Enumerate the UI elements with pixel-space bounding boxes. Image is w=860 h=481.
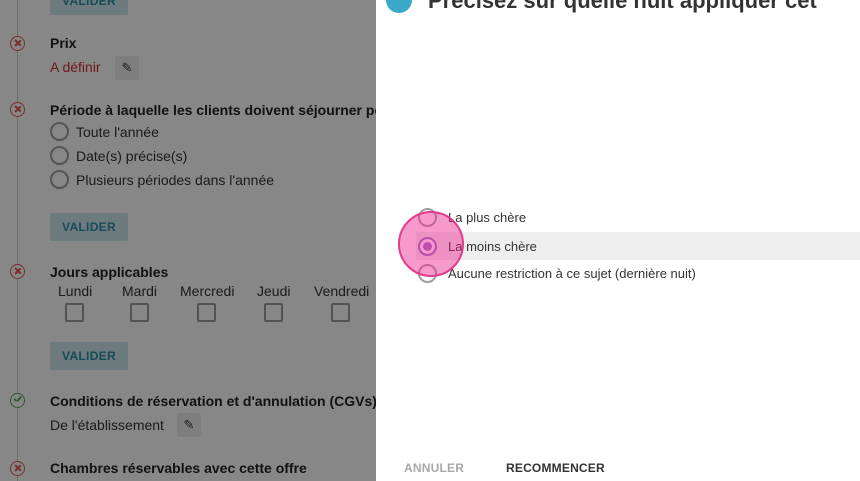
dialog-title: Précisez sur quelle nuit appliquer cet	[428, 0, 817, 13]
option-label: Aucune restriction à ce sujet (dernière …	[448, 265, 696, 281]
modal-backdrop[interactable]	[0, 0, 376, 481]
restart-button[interactable]: RECOMMENCER	[506, 461, 605, 475]
click-indicator	[398, 211, 464, 277]
option-label: La plus chère	[448, 209, 527, 225]
step-indicator-icon	[386, 0, 412, 13]
option-moins-chere[interactable]: La moins chère	[416, 232, 860, 260]
cancel-button[interactable]: ANNULER	[404, 461, 464, 475]
option-aucune-restriction[interactable]: Aucune restriction à ce sujet (dernière …	[418, 259, 696, 287]
